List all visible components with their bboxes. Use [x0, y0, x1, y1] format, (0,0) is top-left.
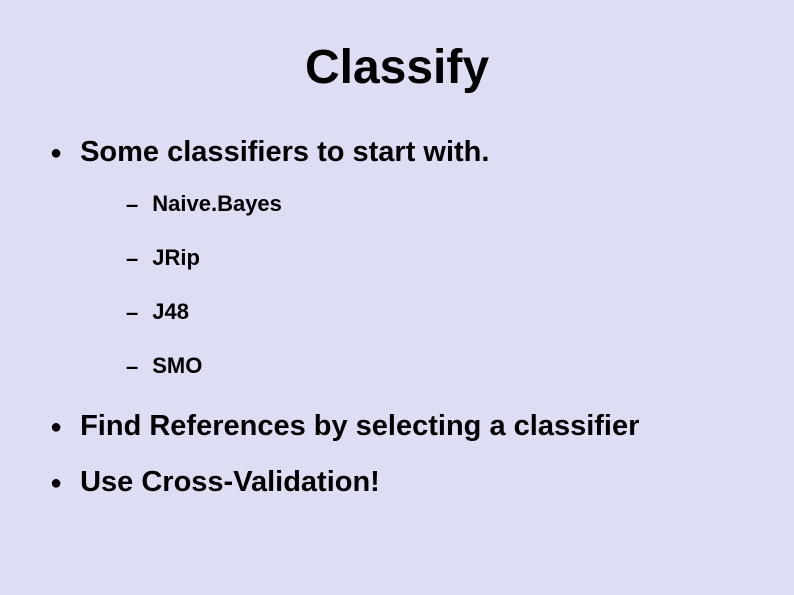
dash-icon: –: [126, 248, 138, 270]
list-item: ● Find References by selecting a classif…: [50, 409, 794, 444]
sub-list-item: – SMO: [126, 354, 794, 378]
dash-icon: –: [126, 194, 138, 216]
main-list: ● Find References by selecting a classif…: [0, 409, 794, 501]
list-item: ● Use Cross-Validation!: [50, 465, 794, 500]
sub-list-item-text: Naive.Bayes: [152, 192, 282, 216]
sub-list: – Naive.Bayes – JRip – J48 – SMO: [0, 192, 794, 379]
list-item-text: Some classifiers to start with.: [80, 135, 489, 170]
bullet-icon: ●: [50, 473, 62, 493]
dash-icon: –: [126, 302, 138, 324]
sub-list-item-text: SMO: [152, 354, 202, 378]
sub-list-item-text: J48: [152, 300, 189, 324]
bullet-icon: ●: [50, 417, 62, 437]
sub-list-item-text: JRip: [152, 246, 200, 270]
sub-list-item: – Naive.Bayes: [126, 192, 794, 216]
slide-title: Classify: [0, 40, 794, 95]
list-item-text: Use Cross-Validation!: [80, 465, 380, 500]
dash-icon: –: [126, 356, 138, 378]
list-item: ● Some classifiers to start with.: [50, 135, 794, 170]
list-item-text: Find References by selecting a classifie…: [80, 409, 639, 444]
main-list: ● Some classifiers to start with.: [0, 135, 794, 170]
slide: Classify ● Some classifiers to start wit…: [0, 0, 794, 595]
bullet-icon: ●: [50, 143, 62, 163]
sub-list-item: – J48: [126, 300, 794, 324]
sub-list-item: – JRip: [126, 246, 794, 270]
